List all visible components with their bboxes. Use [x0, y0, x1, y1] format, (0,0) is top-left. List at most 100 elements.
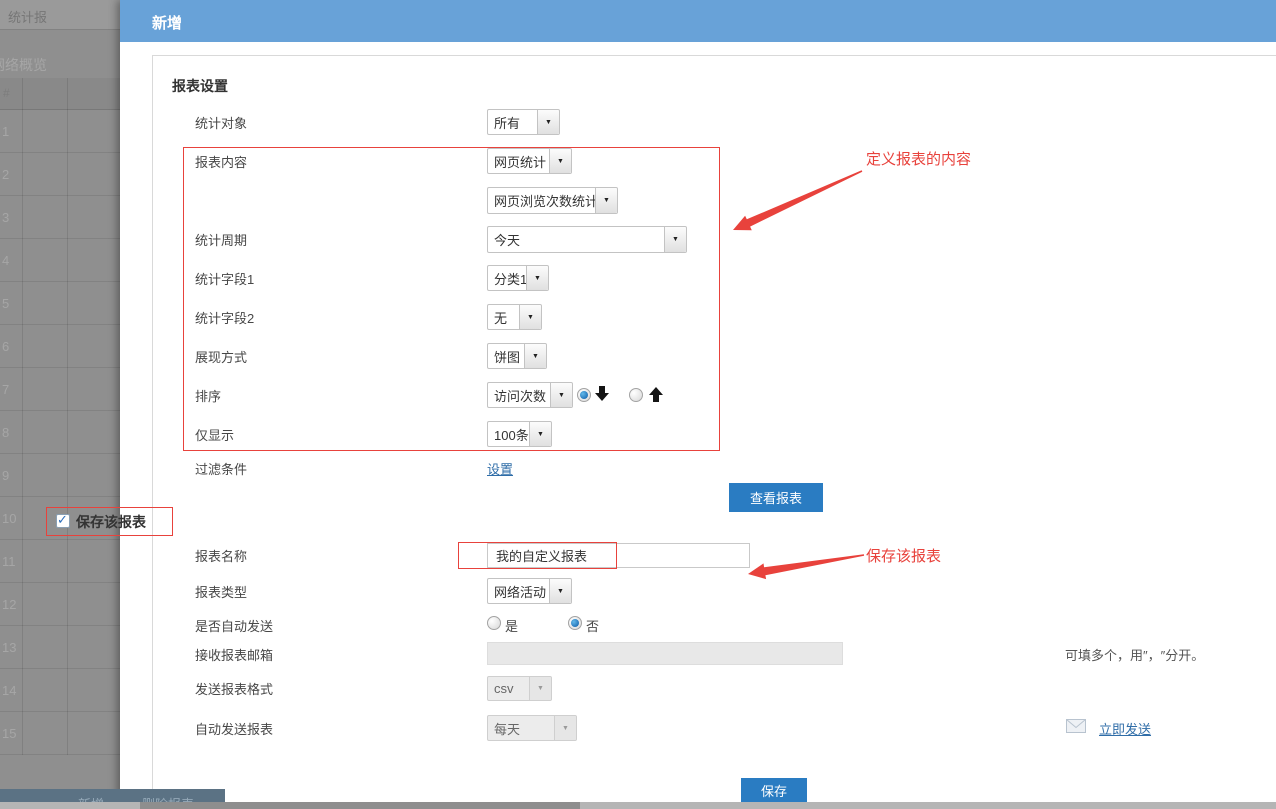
dialog-header: 新增: [120, 0, 1276, 42]
dropdown-arrow-icon[interactable]: [526, 266, 548, 290]
background-nav: 统计报: [0, 0, 120, 30]
background-row-number: 12: [2, 597, 16, 612]
background-table-header-label: #: [3, 86, 10, 100]
auto-send-no-radio[interactable]: [568, 616, 582, 630]
sort-desc-radio[interactable]: [577, 388, 591, 402]
auto-send-schedule-select: 每天: [487, 715, 577, 741]
background-table-row: 14: [0, 669, 120, 712]
stat-object-select[interactable]: 所有: [487, 109, 560, 135]
report-subcontent-select[interactable]: 网页浏览次数统计: [487, 187, 618, 214]
save-button[interactable]: 保存: [741, 778, 807, 803]
background-table-row: 12: [0, 583, 120, 626]
background-table-divider: [67, 78, 68, 755]
background-row-number: 8: [2, 425, 9, 440]
stat-period-label: 统计周期: [195, 230, 247, 249]
report-name-input[interactable]: [487, 543, 750, 568]
annotation-save-report-text: 保存该报表: [866, 545, 941, 566]
background-table-divider: [22, 78, 23, 755]
save-report-checkbox-label: 保存该报表: [76, 512, 146, 532]
dropdown-arrow-icon: [554, 716, 576, 740]
stat-field2-value: 无: [488, 305, 519, 329]
recipient-email-input[interactable]: [487, 642, 843, 665]
display-mode-select[interactable]: 饼图: [487, 343, 547, 369]
stat-object-label: 统计对象: [195, 113, 247, 132]
background-table-row: 2: [0, 153, 120, 196]
background-row-number: 9: [2, 468, 9, 483]
background-row-number: 5: [2, 296, 9, 311]
dropdown-arrow-icon[interactable]: [529, 422, 551, 446]
sort-select[interactable]: 访问次数: [487, 382, 573, 408]
background-table-rows: 123456789101112131415: [0, 110, 120, 755]
auto-send-no-label: 否: [586, 616, 599, 635]
save-report-checkbox[interactable]: [56, 514, 70, 528]
background-row-number: 4: [2, 253, 9, 268]
background-row-number: 6: [2, 339, 9, 354]
background-table-row: 6: [0, 325, 120, 368]
report-subcontent-value: 网页浏览次数统计: [488, 188, 595, 213]
filter-settings-link[interactable]: 设置: [487, 459, 513, 478]
background-table-row: 13: [0, 626, 120, 669]
background-table-header: #: [0, 78, 120, 110]
background-table-row: 11: [0, 540, 120, 583]
background-row-number: 14: [2, 683, 16, 698]
background-table-row: 8: [0, 411, 120, 454]
new-report-dialog: 新增: [120, 0, 1276, 803]
dropdown-arrow-icon[interactable]: [524, 344, 546, 368]
background-page-title: 网络概览: [0, 55, 47, 75]
auto-send-schedule-value: 每天: [488, 716, 554, 740]
display-mode-value: 饼图: [488, 344, 524, 368]
email-hint-text: 可填多个，用″，″分开。: [1065, 645, 1204, 664]
stat-period-value: 今天: [488, 227, 664, 252]
background-table-row: 4: [0, 239, 120, 282]
stat-field1-select[interactable]: 分类1: [487, 265, 549, 291]
auto-send-yes-radio[interactable]: [487, 616, 501, 630]
background-row-number: 1: [2, 124, 9, 139]
view-report-button[interactable]: 查看报表: [729, 483, 823, 512]
horizontal-scrollbar[interactable]: [0, 802, 1276, 809]
background-row-number: 2: [2, 167, 9, 182]
section-title: 报表设置: [172, 76, 228, 96]
filter-label: 过滤条件: [195, 459, 247, 478]
background-row-number: 7: [2, 382, 9, 397]
auto-send-label: 是否自动发送: [195, 616, 273, 635]
background-table-row: 7: [0, 368, 120, 411]
annotation-define-content-text: 定义报表的内容: [866, 148, 971, 169]
report-content-value: 网页统计: [488, 149, 549, 173]
report-type-value: 网络活动: [488, 579, 549, 603]
dropdown-arrow-icon[interactable]: [550, 383, 572, 407]
report-content-label: 报表内容: [195, 152, 247, 171]
stat-field2-select[interactable]: 无: [487, 304, 542, 330]
dropdown-arrow-icon[interactable]: [519, 305, 541, 329]
sort-asc-arrow-icon: [649, 386, 663, 402]
background-table-row: 9: [0, 454, 120, 497]
dialog-title: 新增: [152, 12, 182, 33]
limit-label: 仅显示: [195, 425, 234, 444]
send-format-select: csv: [487, 676, 552, 701]
report-type-select[interactable]: 网络活动: [487, 578, 572, 604]
dropdown-arrow-icon[interactable]: [595, 188, 617, 213]
dropdown-arrow-icon[interactable]: [549, 579, 571, 603]
stat-period-select[interactable]: 今天: [487, 226, 687, 253]
stat-field1-label: 统计字段1: [195, 269, 254, 288]
auto-send-yes-label: 是: [505, 616, 518, 635]
dropdown-arrow-icon[interactable]: [537, 110, 559, 134]
background-table-row: 15: [0, 712, 120, 755]
auto-send-schedule-label: 自动发送报表: [195, 719, 273, 738]
send-format-label: 发送报表格式: [195, 679, 273, 698]
background-table-row: 1: [0, 110, 120, 153]
stat-field1-value: 分类1: [488, 266, 526, 290]
sort-label: 排序: [195, 386, 221, 405]
dropdown-arrow-icon[interactable]: [664, 227, 686, 252]
limit-select[interactable]: 100条: [487, 421, 552, 447]
background-row-number: 11: [2, 554, 16, 569]
horizontal-scrollbar-thumb[interactable]: [140, 802, 580, 809]
report-content-select[interactable]: 网页统计: [487, 148, 572, 174]
sort-value: 访问次数: [488, 383, 550, 407]
recipient-email-label: 接收报表邮箱: [195, 645, 273, 664]
sort-asc-radio[interactable]: [629, 388, 643, 402]
dropdown-arrow-icon[interactable]: [549, 149, 571, 173]
screen: 统计报 网络概览 # 123456789101112131415 新增 删除报表…: [0, 0, 1276, 809]
send-now-link[interactable]: 立即发送: [1099, 719, 1151, 738]
background-page: 统计报 网络概览 # 123456789101112131415: [0, 0, 120, 809]
display-mode-label: 展现方式: [195, 347, 247, 366]
